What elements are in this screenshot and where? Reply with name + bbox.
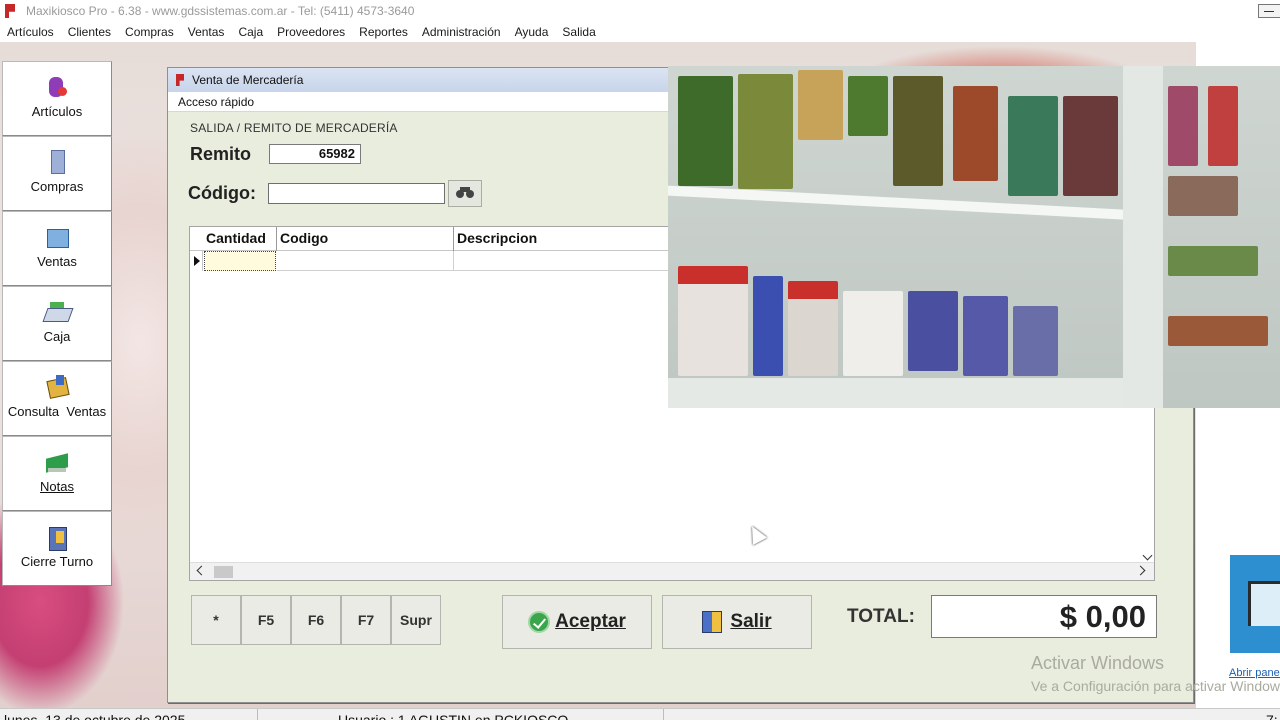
sidebar-item-notas[interactable]: Notas — [2, 436, 112, 511]
horizontal-scrollbar[interactable] — [190, 562, 1154, 580]
window-app-icon — [176, 74, 184, 86]
product-package — [843, 291, 903, 376]
product-package — [953, 86, 998, 181]
codigo-label: Código: — [188, 183, 256, 203]
product-package — [798, 70, 843, 140]
status-bar: lunes, 13 de octubre de 2025 Usuario : 1… — [0, 708, 1280, 720]
sidebar-item-label: Compras — [30, 179, 84, 194]
menu-bar: Artículos Clientes Compras Ventas Caja P… — [0, 22, 1280, 42]
compras-icon — [44, 150, 70, 176]
notas-icon — [44, 450, 70, 476]
cierre-turno-icon — [44, 525, 70, 551]
shelf-post — [1123, 66, 1163, 408]
app-titlebar: Maxikiosco Pro - 6.38 - www.gdssistemas.… — [0, 0, 1280, 22]
sidebar-item-label: Caja — [43, 329, 71, 344]
scroll-down-icon[interactable] — [1142, 550, 1153, 561]
product-package — [963, 296, 1008, 376]
activate-windows-subtitle: Ve a Configuración para activar Windows. — [1031, 678, 1280, 694]
section-title: SALIDA / REMITO DE MERCADERÍA — [190, 121, 398, 135]
aceptar-button[interactable]: Aceptar — [502, 595, 652, 649]
menu-articulos[interactable]: Artículos — [7, 25, 54, 39]
ventas-icon — [44, 225, 70, 251]
laptop-widget-icon[interactable] — [1230, 555, 1280, 653]
sidebar-item-label: Artículos — [31, 104, 83, 119]
articulos-icon — [44, 75, 70, 101]
product-package — [1063, 96, 1118, 196]
product-package — [908, 291, 958, 371]
sidebar-item-ventas[interactable]: Ventas — [2, 211, 112, 286]
menu-administracion[interactable]: Administración — [422, 25, 501, 39]
current-row-indicator-icon — [190, 251, 203, 271]
grid-cell-cantidad[interactable] — [204, 251, 276, 271]
sidebar-item-label: Consulta Ventas — [7, 404, 107, 419]
aceptar-label: Aceptar — [555, 611, 626, 632]
status-user: Usuario : 1 AGUSTIN en PCKIOSCO — [258, 709, 664, 720]
minimize-button[interactable] — [1258, 4, 1280, 18]
total-label: TOTAL: — [847, 606, 915, 627]
menu-caja[interactable]: Caja — [238, 25, 263, 39]
supr-button[interactable]: Supr — [391, 595, 441, 645]
asterisk-button[interactable]: * — [191, 595, 241, 645]
product-package — [788, 281, 838, 376]
f5-button[interactable]: F5 — [241, 595, 291, 645]
scroll-right-icon[interactable] — [1135, 565, 1146, 576]
product-package — [753, 276, 783, 376]
status-date: lunes, 13 de octubre de 2025 — [0, 709, 258, 720]
sidebar-item-articulos[interactable]: Artículos — [2, 61, 112, 136]
consulta-ventas-icon — [44, 375, 70, 401]
shelf-photo-overlay — [668, 66, 1280, 408]
product-package — [893, 76, 943, 186]
total-amount: $ 0,00 — [931, 595, 1157, 638]
activate-windows-title: Activar Windows — [1031, 653, 1165, 673]
sidebar-item-label: Ventas — [37, 254, 77, 269]
sidebar-item-caja[interactable]: Caja — [2, 286, 112, 361]
sidebar-item-consulta-ventas[interactable]: Consulta Ventas — [2, 361, 112, 436]
sidebar-item-label: Notas — [40, 479, 74, 494]
remito-number: 65982 — [269, 144, 361, 164]
product-package — [1168, 86, 1198, 166]
product-package — [738, 74, 793, 189]
menu-ayuda[interactable]: Ayuda — [515, 25, 549, 39]
sidebar-item-label: Cierre Turno — [20, 554, 94, 569]
codigo-input[interactable] — [268, 183, 445, 204]
caja-icon — [44, 300, 70, 326]
f6-button[interactable]: F6 — [291, 595, 341, 645]
app-logo-icon — [5, 4, 15, 18]
menu-ventas[interactable]: Ventas — [188, 25, 225, 39]
sidebar-item-cierre-turno[interactable]: Cierre Turno — [2, 511, 112, 586]
column-header-cantidad[interactable]: Cantidad — [203, 227, 277, 251]
product-package — [1008, 96, 1058, 196]
menu-proveedores[interactable]: Proveedores — [277, 25, 345, 39]
left-toolbar: Artículos Compras Ventas Caja Consulta V… — [2, 61, 112, 586]
app-title: Maxikiosco Pro - 6.38 - www.gdssistemas.… — [26, 4, 415, 18]
product-package — [678, 266, 748, 376]
salir-label: Salir — [730, 611, 772, 632]
menu-reportes[interactable]: Reportes — [359, 25, 408, 39]
product-package — [1168, 246, 1258, 276]
product-package — [1013, 306, 1058, 376]
product-package — [848, 76, 888, 136]
scrollbar-thumb[interactable] — [214, 566, 233, 578]
product-package — [1168, 176, 1238, 216]
salir-button[interactable]: Salir — [662, 595, 812, 649]
product-package — [678, 76, 733, 186]
menu-salida[interactable]: Salida — [562, 25, 595, 39]
status-time: 7: — [1266, 712, 1278, 720]
menu-clientes[interactable]: Clientes — [68, 25, 111, 39]
menu-compras[interactable]: Compras — [125, 25, 174, 39]
check-icon — [528, 611, 551, 633]
grid-cell-codigo[interactable] — [277, 251, 454, 271]
product-package — [1168, 316, 1268, 346]
shelf-base — [668, 378, 1128, 408]
f7-button[interactable]: F7 — [341, 595, 391, 645]
column-header-codigo[interactable]: Codigo — [277, 227, 454, 251]
product-package — [1208, 86, 1238, 166]
quick-access-menu[interactable]: Acceso rápido — [178, 95, 254, 109]
scroll-left-icon[interactable] — [196, 565, 207, 576]
exit-door-icon — [702, 611, 723, 633]
search-binoculars-button[interactable] — [448, 180, 482, 207]
remito-label: Remito — [190, 144, 252, 164]
sidebar-item-compras[interactable]: Compras — [2, 136, 112, 211]
window-title: Venta de Mercadería — [192, 73, 304, 87]
